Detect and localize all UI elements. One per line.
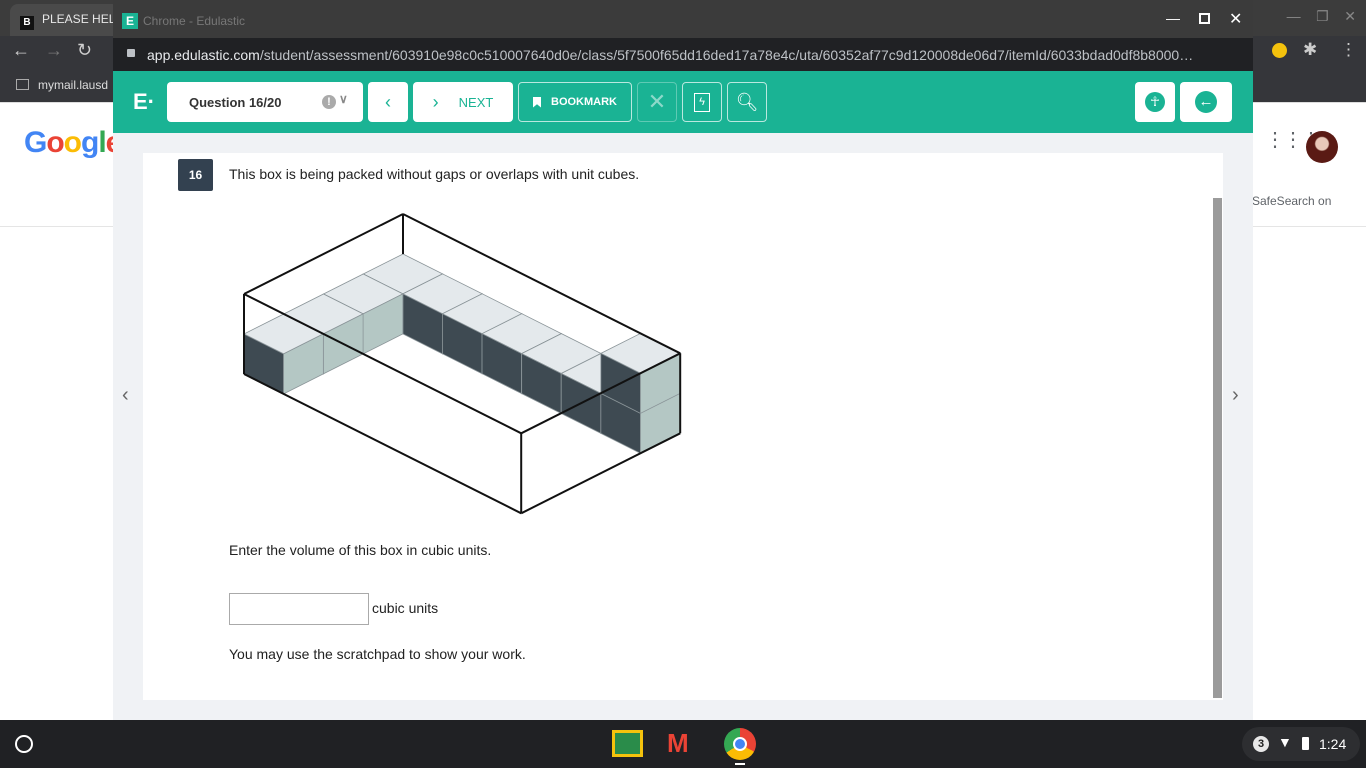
box-edge (243, 373, 522, 515)
google-classroom-icon[interactable] (612, 730, 643, 757)
gmail-icon[interactable]: M (667, 730, 701, 756)
menu-icon[interactable]: ⋮ (1340, 40, 1357, 60)
extensions-puzzle-icon[interactable]: ✱ (1303, 40, 1317, 60)
notification-badge: 3 (1253, 736, 1269, 752)
extension-emoji-icon[interactable] (1272, 43, 1287, 58)
wifi-icon: ▼ (1278, 734, 1292, 750)
safesearch-status[interactable]: SafeSearch on (1252, 194, 1331, 208)
background-tab[interactable]: B PLEASE HEL (10, 4, 120, 36)
tab-title: PLEASE HEL (42, 12, 116, 26)
volume-answer-input[interactable] (229, 593, 369, 625)
status-tray[interactable]: 3 ▼ 1:24 (1242, 727, 1360, 761)
active-indicator (735, 763, 745, 765)
unit-label: cubic units (372, 600, 439, 616)
question-instruction: Enter the volume of this box in cubic un… (229, 542, 492, 558)
forward-icon[interactable]: → (45, 40, 63, 61)
taskbar: M 3 ▼ 1:24 (0, 720, 1366, 768)
edulastic-window: E Chrome - Edulastic — ✕ app.edulastic.c… (113, 0, 1253, 720)
reload-icon[interactable]: ↻ (77, 40, 92, 61)
clock: 1:24 (1319, 736, 1347, 752)
google-logo: Google (24, 126, 122, 159)
launcher-icon[interactable] (15, 735, 33, 753)
tab-favicon: B (20, 16, 34, 30)
battery-icon (1302, 737, 1309, 750)
scrollbar[interactable] (1213, 198, 1222, 698)
box-edge (520, 432, 681, 515)
back-icon[interactable]: ← (12, 40, 30, 61)
chrome-icon[interactable] (724, 728, 756, 760)
avatar[interactable] (1306, 131, 1338, 163)
background-window-controls: — ❐ ✕ (1286, 8, 1356, 24)
scratchpad-note: You may use the scratchpad to show your … (229, 646, 526, 662)
folder-icon (16, 79, 29, 90)
apps-grid-icon[interactable]: ⋮⋮⋮ (1265, 130, 1321, 150)
bookmark-item[interactable]: mymail.lausd (38, 78, 108, 92)
